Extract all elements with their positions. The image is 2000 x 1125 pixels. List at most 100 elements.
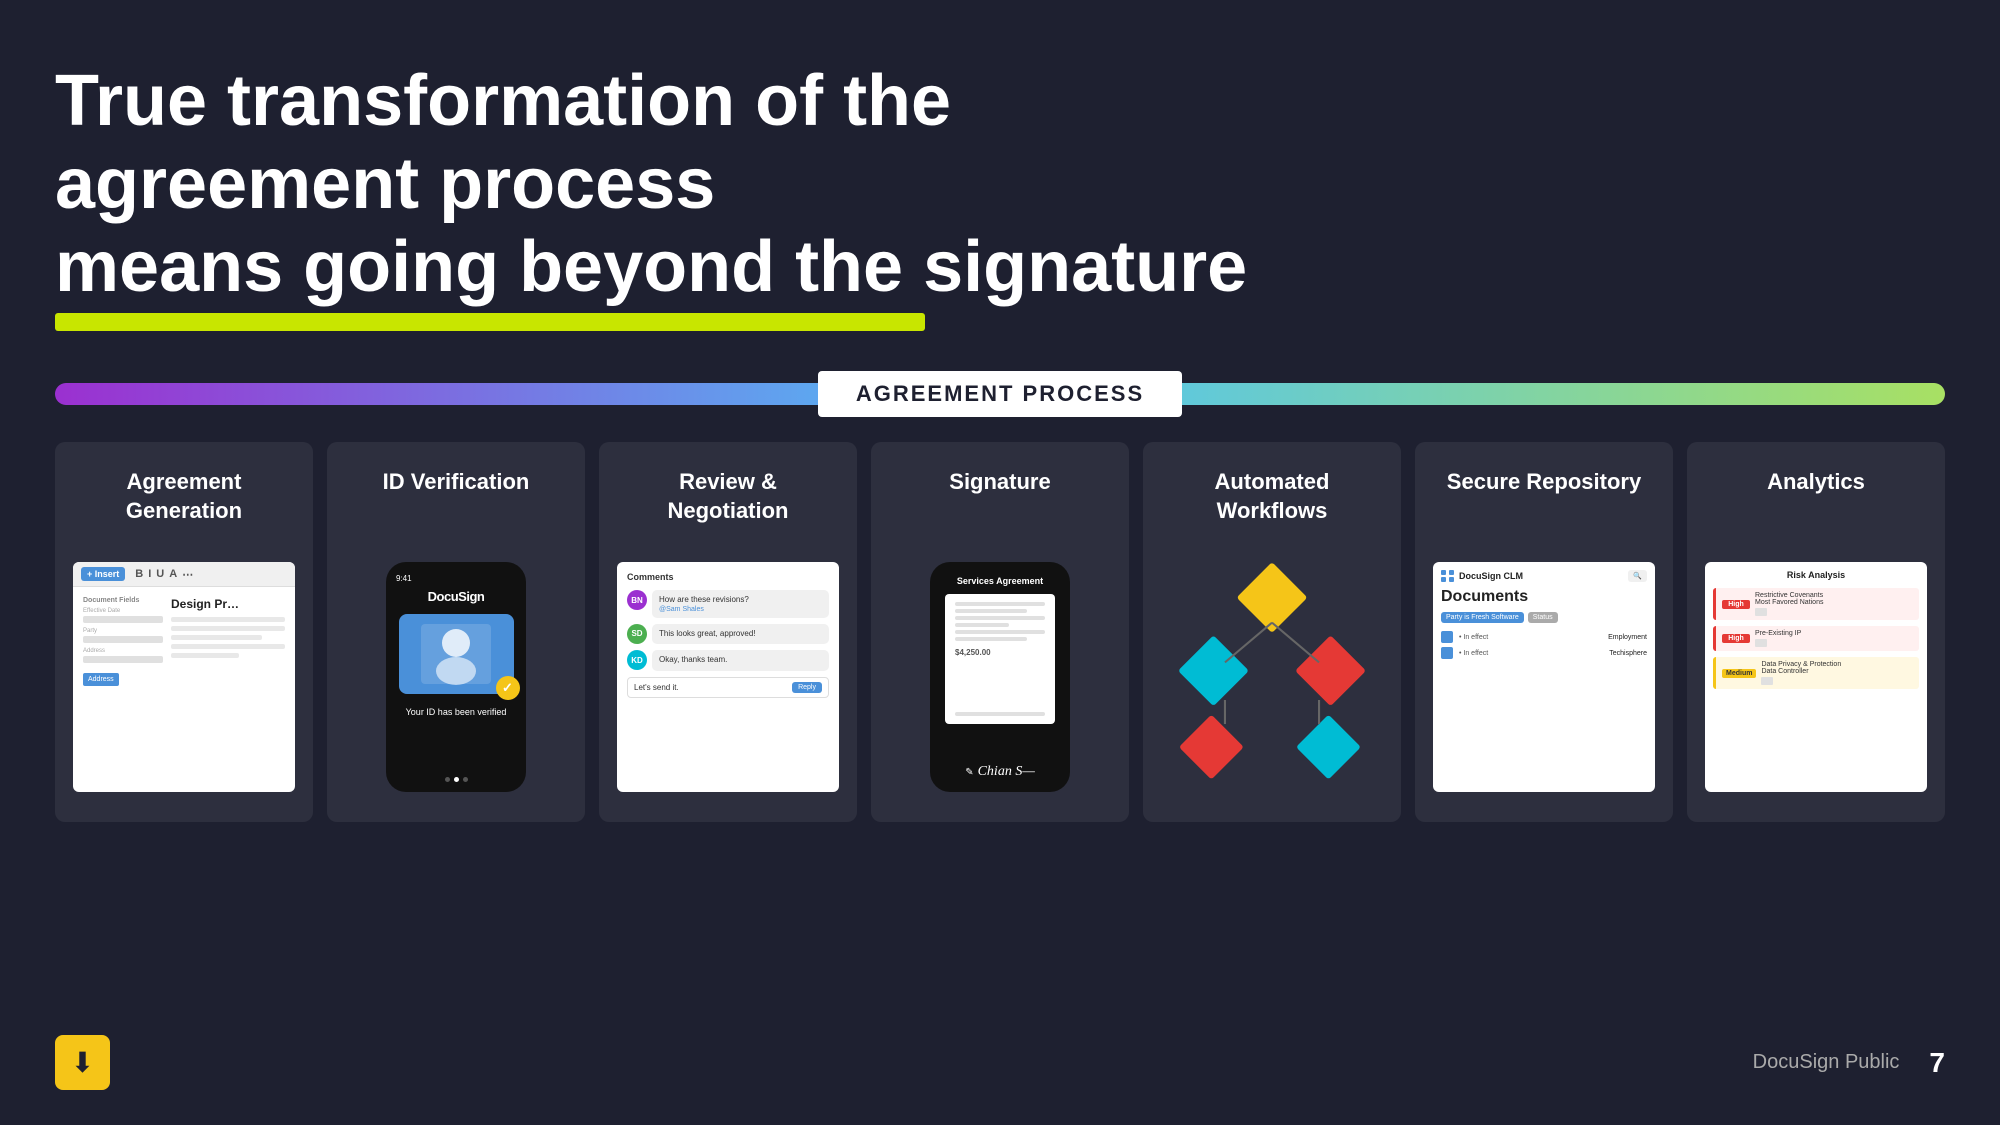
sig-mock: Services Agreement $4,250.00 ✎ Chian S— <box>930 562 1070 792</box>
card-content-rn: Comments BN How are these revisions? @Sa… <box>617 550 839 804</box>
card-content-ag: + Insert B I U A ⋯ Document Fields <box>73 550 295 804</box>
sr-row-2-label: • In effect <box>1459 650 1488 657</box>
cards-row: Agreement Generation + Insert B I U A ⋯ <box>55 442 1945 822</box>
rn-mock: Comments BN How are these revisions? @Sa… <box>617 562 839 792</box>
sig-signature-area: ✎ Chian S— <box>965 764 1035 780</box>
ag-doc-title: Design Pr… <box>171 597 285 611</box>
rn-comment-3-text: Okay, thanks team. <box>659 655 822 665</box>
an-row-1-text: Restrictive CovenantsMost Favored Nation… <box>1755 592 1913 606</box>
ag-field-effective-date: Effective Date <box>83 608 163 623</box>
ag-sidebar-title: Document Fields <box>83 597 163 604</box>
idv-dots <box>445 777 468 782</box>
rn-comment-1: BN How are these revisions? @Sam Shales <box>627 590 829 617</box>
card-analytics: Analytics Risk Analysis High Restrictive… <box>1687 442 1945 822</box>
an-row-2-icons <box>1755 639 1913 647</box>
footer-right: DocuSign Public 7 <box>1753 1047 1945 1079</box>
card-title-id-verification: ID Verification <box>383 468 530 528</box>
ag-field-party: Party <box>83 628 163 643</box>
card-content-sr: DocuSign CLM 🔍 Documents Party is Fresh … <box>1433 550 1655 804</box>
sr-tag-1: Party is Fresh Software <box>1441 612 1524 623</box>
an-badge-2: High <box>1722 634 1750 643</box>
highlight-bar <box>55 313 925 331</box>
sr-icon-1 <box>1441 631 1453 643</box>
rn-input-text: Let's send it. <box>634 683 679 692</box>
sig-price: $4,250.00 <box>955 648 1045 657</box>
ag-mock: + Insert B I U A ⋯ Document Fields <box>73 562 295 792</box>
card-content-sig: Services Agreement $4,250.00 ✎ Chian S— <box>889 550 1111 804</box>
more-icon: ⋯ <box>182 568 193 581</box>
an-badge-1: High <box>1722 600 1750 609</box>
rn-comment-3: KD Okay, thanks team. <box>627 650 829 670</box>
aw-mock <box>1161 562 1383 792</box>
rn-reply-btn[interactable]: Reply <box>792 682 822 693</box>
sr-row-2-value: Techisphere <box>1609 650 1647 657</box>
download-icon[interactable]: ⬇ <box>55 1035 110 1090</box>
bold-icon: B <box>135 568 143 581</box>
rn-input-area[interactable]: Let's send it. Reply <box>627 677 829 698</box>
ag-toolbar: + Insert B I U A ⋯ <box>73 562 295 587</box>
align-icon: A <box>169 568 177 581</box>
ag-insert-btn[interactable]: + Insert <box>81 567 125 581</box>
sr-search[interactable]: 🔍 <box>1628 570 1647 582</box>
card-title-automated-workflows: Automated Workflows <box>1161 468 1383 528</box>
idv-dot-2 <box>454 777 459 782</box>
ag-toolbar-icons: B I U A ⋯ <box>135 568 193 581</box>
rn-bubble-1: How are these revisions? @Sam Shales <box>652 590 829 617</box>
sr-row-1-label: • In effect <box>1459 634 1488 641</box>
process-bar-label: AGREEMENT PROCESS <box>818 371 1182 417</box>
card-content-aw <box>1161 550 1383 804</box>
rn-comment-1-text: How are these revisions? <box>659 595 822 605</box>
idv-person-svg <box>416 619 496 689</box>
sr-row-2: • In effect Techisphere <box>1441 647 1647 659</box>
an-badge-3: Medium <box>1722 669 1756 678</box>
card-title-secure-repository: Secure Repository <box>1447 468 1641 528</box>
title-section: True transformation of the agreement pro… <box>55 60 1945 331</box>
ag-body: Document Fields Effective Date Party Add… <box>73 587 295 696</box>
card-title-agreement-generation: Agreement Generation <box>73 468 295 528</box>
underline-icon: U <box>156 568 164 581</box>
rn-comment-1-sub: @Sam Shales <box>659 606 822 613</box>
idv-logo: DocuSign <box>428 589 485 604</box>
main-title: True transformation of the agreement pro… <box>55 60 1255 308</box>
sr-logo-dots <box>1441 570 1455 582</box>
idv-dot-3 <box>463 777 468 782</box>
idv-verified-text: Your ID has been verified <box>406 707 507 717</box>
ag-sidebar: Document Fields Effective Date Party Add… <box>83 597 163 686</box>
rn-avatar-3: KD <box>627 650 647 670</box>
an-row-3: Medium Data Privacy & ProtectionData Con… <box>1713 657 1919 689</box>
sig-doc-title: Services Agreement <box>957 576 1043 586</box>
ag-field-address: Address <box>83 648 163 663</box>
an-row-3-icons <box>1761 677 1913 685</box>
sr-icon-2 <box>1441 647 1453 659</box>
card-title-analytics: Analytics <box>1767 468 1865 528</box>
idv-dot-1 <box>445 777 450 782</box>
card-id-verification: ID Verification 9:41 DocuSign ✓ Your ID … <box>327 442 585 822</box>
idv-checkmark-icon: ✓ <box>496 676 520 700</box>
an-row-2-text: Pre-Existing IP <box>1755 630 1913 637</box>
an-row-1-icons <box>1755 608 1913 616</box>
an-row-2: High Pre-Existing IP <box>1713 626 1919 651</box>
an-row-1: High Restrictive CovenantsMost Favored N… <box>1713 588 1919 620</box>
idv-mock: 9:41 DocuSign ✓ Your ID has been verifie… <box>386 562 526 792</box>
ag-main-area: Design Pr… <box>171 597 285 686</box>
footer-brand: DocuSign Public <box>1753 1051 1900 1074</box>
card-content-idv: 9:41 DocuSign ✓ Your ID has been verifie… <box>345 550 567 804</box>
sr-doc-title: Documents <box>1441 588 1647 606</box>
sr-logo-area: DocuSign CLM <box>1441 570 1523 582</box>
card-automated-workflows: Automated Workflows <box>1143 442 1401 822</box>
sig-doc-area: $4,250.00 <box>945 594 1055 724</box>
idv-time: 9:41 <box>396 574 412 583</box>
card-content-an: Risk Analysis High Restrictive Covenants… <box>1705 550 1927 804</box>
rn-bubble-3: Okay, thanks team. <box>652 650 829 670</box>
rn-bubble-2: This looks great, approved! <box>652 624 829 644</box>
sr-row-1: • In effect Employment <box>1441 631 1647 643</box>
slide-container: True transformation of the agreement pro… <box>0 0 2000 1125</box>
an-row-3-text: Data Privacy & ProtectionData Controller <box>1761 661 1913 675</box>
aw-workflow-svg <box>1161 562 1383 792</box>
footer: ⬇ DocuSign Public 7 <box>55 1035 1945 1090</box>
card-title-review-negotiation: Review & Negotiation <box>617 468 839 528</box>
rn-comment-2-text: This looks great, approved! <box>659 629 822 639</box>
process-bar-wrapper: AGREEMENT PROCESS <box>55 371 1945 417</box>
card-review-negotiation: Review & Negotiation Comments BN How are… <box>599 442 857 822</box>
card-signature: Signature Services Agreement $4,250.00 <box>871 442 1129 822</box>
